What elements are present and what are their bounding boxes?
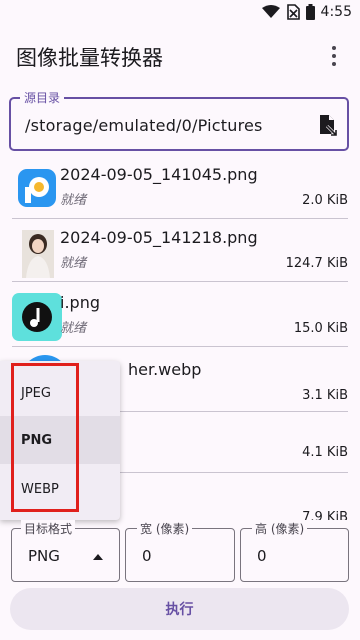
pixiv-app-icon bbox=[18, 169, 56, 207]
app-title: 图像批量转换器 bbox=[16, 46, 163, 70]
folder-picker-icon[interactable] bbox=[315, 113, 339, 137]
file-list-item[interactable]: 2024-09-05_141218.png 就绪 124.7 KiB bbox=[0, 222, 360, 286]
height-value: 0 bbox=[257, 547, 267, 565]
status-bar: 4:55 bbox=[0, 0, 360, 26]
annotation-highlight bbox=[11, 363, 79, 512]
divider bbox=[12, 218, 348, 219]
file-size: 7.9 KiB bbox=[302, 510, 348, 520]
no-sim-icon bbox=[286, 4, 300, 20]
target-format-value: PNG bbox=[28, 547, 60, 565]
width-label: 宽 (像素) bbox=[137, 520, 193, 537]
file-status: 就绪 bbox=[60, 321, 87, 336]
divider bbox=[12, 346, 348, 347]
app-bar: 图像批量转换器 bbox=[0, 26, 360, 86]
file-list-item[interactable]: 2024-09-05_141045.png 就绪 2.0 KiB bbox=[0, 159, 360, 223]
divider bbox=[120, 472, 348, 473]
music-app-icon bbox=[12, 293, 62, 341]
width-value: 0 bbox=[142, 547, 152, 565]
file-size: 124.7 KiB bbox=[285, 256, 348, 271]
file-size: 4.1 KiB bbox=[302, 445, 348, 460]
photo-thumbnail-icon bbox=[22, 230, 54, 278]
execute-button[interactable]: 执行 bbox=[10, 588, 349, 630]
target-format-label: 目标格式 bbox=[21, 520, 76, 537]
file-list-item[interactable]: i.png 就绪 15.0 KiB bbox=[0, 287, 360, 351]
file-name: 2024-09-05_141045.png bbox=[60, 165, 258, 184]
status-time: 4:55 bbox=[320, 4, 352, 20]
more-menu-icon[interactable] bbox=[322, 42, 346, 70]
divider bbox=[12, 281, 348, 282]
wifi-icon bbox=[261, 5, 280, 18]
height-label: 高 (像素) bbox=[252, 520, 308, 537]
file-size: 3.1 KiB bbox=[302, 388, 348, 403]
file-size: 15.0 KiB bbox=[293, 321, 348, 336]
file-status: 就绪 bbox=[60, 256, 87, 271]
file-name: her.webp bbox=[128, 360, 202, 379]
file-size: 2.0 KiB bbox=[302, 193, 348, 208]
file-name: 2024-09-05_141218.png bbox=[60, 228, 258, 247]
file-status: 就绪 bbox=[60, 193, 87, 208]
source-directory-label: 源目录 bbox=[20, 89, 65, 106]
dropdown-caret-icon bbox=[93, 554, 103, 560]
battery-icon bbox=[305, 4, 315, 20]
source-directory-value: /storage/emulated/0/Pictures bbox=[25, 116, 263, 135]
file-name: i.png bbox=[60, 293, 100, 312]
